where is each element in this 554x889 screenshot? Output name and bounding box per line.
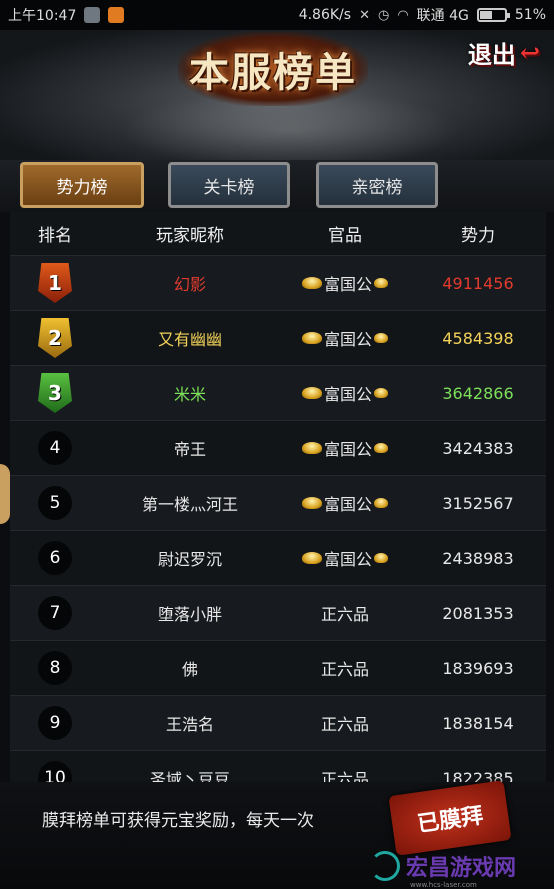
table-row[interactable]: 10 圣域丶豆豆 正六品 1822385 xyxy=(10,751,546,782)
gold-ingot-icon xyxy=(301,552,322,564)
worship-button[interactable]: 已膜拜 xyxy=(388,780,512,856)
official-title: 正六品 xyxy=(320,605,369,624)
gold-ingot-icon xyxy=(301,442,322,454)
official-title: 富国公 xyxy=(323,330,372,349)
gold-ingot-icon xyxy=(374,388,388,398)
gold-ingot-icon xyxy=(301,332,322,344)
official-title: 富国公 xyxy=(323,440,372,459)
rank-badge: 5 xyxy=(38,486,72,520)
ranking-table: 排名 玩家昵称 官品 势力 1 幻影 富国公 4911456 2 又有幽幽 富国公 45843… xyxy=(10,212,546,782)
worship-notice: 膜拜榜单可获得元宝奖励，每天一次 xyxy=(42,811,314,831)
header-title: 官品 xyxy=(328,226,362,246)
tab-power-ranking[interactable]: 势力榜 xyxy=(20,162,144,208)
power-value: 3152567 xyxy=(442,493,514,513)
gold-ingot-icon xyxy=(374,333,388,343)
player-name[interactable]: 圣域丶豆豆 xyxy=(100,766,280,782)
official-title: 富国公 xyxy=(323,385,372,404)
page-title: 本服榜单 xyxy=(189,49,357,96)
tab-stage-ranking[interactable]: 关卡榜 xyxy=(168,162,290,208)
battery-percent: 51% xyxy=(514,7,546,23)
power-value: 4584398 xyxy=(442,328,514,348)
rank-medal-icon: 1 xyxy=(38,263,72,303)
side-handle[interactable] xyxy=(0,464,10,524)
tab-bar: 势力榜 关卡榜 亲密榜 xyxy=(0,160,554,212)
official-title: 正六品 xyxy=(320,715,369,734)
gold-ingot-icon xyxy=(301,497,322,509)
message-notification-icon xyxy=(108,7,125,23)
network-speed: 4.86K/s xyxy=(298,7,352,23)
worship-label: 已膜拜 xyxy=(415,802,485,838)
power-value: 2081353 xyxy=(442,603,514,623)
carrier: 联通 4G xyxy=(416,8,469,24)
official-title: 富国公 xyxy=(323,275,372,294)
table-row[interactable]: 4 帝王 富国公 3424383 xyxy=(10,421,546,476)
title-banner: 本服榜单 xyxy=(178,32,368,106)
gold-ingot-icon xyxy=(374,443,388,453)
table-row[interactable]: 2 又有幽幽 富国公 4584398 xyxy=(10,311,546,366)
gold-ingot-icon xyxy=(374,278,388,288)
table-row[interactable]: 3 米米 富国公 3642866 xyxy=(10,366,546,421)
power-value: 3424383 xyxy=(442,438,514,458)
table-row[interactable]: 7 堕落小胖 正六品 2081353 xyxy=(10,586,546,641)
official-title: 正六品 xyxy=(320,770,369,782)
rank-medal-icon: 2 xyxy=(38,318,72,358)
official-title: 富国公 xyxy=(323,550,372,569)
watermark-logo-icon xyxy=(370,851,400,881)
rank-badge: 9 xyxy=(38,706,72,740)
power-value: 2438983 xyxy=(442,548,514,568)
player-name[interactable]: 第一楼灬河王 xyxy=(100,491,280,515)
gold-ingot-icon xyxy=(374,553,388,563)
player-name[interactable]: 堕落小胖 xyxy=(100,601,280,625)
rank-badge: 10 xyxy=(38,761,72,782)
table-header: 排名 玩家昵称 官品 势力 xyxy=(10,212,546,256)
tab-intimacy-ranking[interactable]: 亲密榜 xyxy=(316,162,438,208)
status-bar: 上午10:47 4.86K/s ✕ ◷ ◠ 联通 4G 51% xyxy=(0,0,554,30)
watermark-url: www.hcs-laser.com xyxy=(410,881,477,889)
official-title: 正六品 xyxy=(320,660,369,679)
table-row[interactable]: 8 佛 正六品 1839693 xyxy=(10,641,546,696)
gold-ingot-icon xyxy=(301,277,322,289)
gold-ingot-icon xyxy=(301,387,322,399)
header-rank: 排名 xyxy=(38,226,72,246)
rank-badge: 8 xyxy=(38,651,72,685)
rank-medal-icon: 3 xyxy=(38,373,72,413)
power-value: 1839693 xyxy=(442,658,514,678)
player-name[interactable]: 帝王 xyxy=(100,436,280,460)
table-row[interactable]: 9 王浩名 正六品 1838154 xyxy=(10,696,546,751)
player-name[interactable]: 佛 xyxy=(100,656,280,680)
power-value: 3642866 xyxy=(442,383,514,403)
power-value: 1838154 xyxy=(442,713,514,733)
player-name[interactable]: 王浩名 xyxy=(100,711,280,735)
header: 本服榜单 退出 ↩ xyxy=(0,30,554,160)
official-title: 富国公 xyxy=(323,495,372,514)
app-notification-icon xyxy=(84,7,101,23)
power-value: 4911456 xyxy=(442,273,514,293)
clock: 上午10:47 xyxy=(8,8,77,24)
player-name[interactable]: 米米 xyxy=(100,381,280,405)
footer: 膜拜榜单可获得元宝奖励，每天一次 已膜拜 宏昌游戏网 www.hcs-laser… xyxy=(0,780,554,889)
header-name: 玩家昵称 xyxy=(156,226,224,246)
table-row[interactable]: 6 尉迟罗沉 富国公 2438983 xyxy=(10,531,546,586)
battery-icon xyxy=(476,8,510,22)
power-value: 1822385 xyxy=(442,768,514,783)
watermark-text: 宏昌游戏网 xyxy=(406,856,517,881)
wifi-icon: ◠ xyxy=(397,7,409,23)
table-body: 1 幻影 富国公 4911456 2 又有幽幽 富国公 4584398 3 米米 富国公 364286… xyxy=(10,256,546,782)
rank-badge: 7 xyxy=(38,596,72,630)
watermark: 宏昌游戏网 xyxy=(370,850,516,882)
table-row[interactable]: 5 第一楼灬河王 富国公 3152567 xyxy=(10,476,546,531)
exit-label: 退出 xyxy=(467,39,516,69)
exit-button[interactable]: 退出 ↩ xyxy=(468,32,540,72)
table-row[interactable]: 1 幻影 富国公 4911456 xyxy=(10,256,546,311)
alarm-icon: ◷ xyxy=(377,7,390,23)
player-name[interactable]: 又有幽幽 xyxy=(100,326,280,350)
header-power: 势力 xyxy=(461,226,495,246)
gold-ingot-icon xyxy=(374,498,388,508)
rank-badge: 4 xyxy=(38,431,72,465)
mute-icon: ✕ xyxy=(359,7,370,23)
return-arrow-icon: ↩ xyxy=(519,37,540,67)
rank-badge: 6 xyxy=(38,541,72,575)
player-name[interactable]: 幻影 xyxy=(100,271,280,295)
player-name[interactable]: 尉迟罗沉 xyxy=(100,546,280,570)
